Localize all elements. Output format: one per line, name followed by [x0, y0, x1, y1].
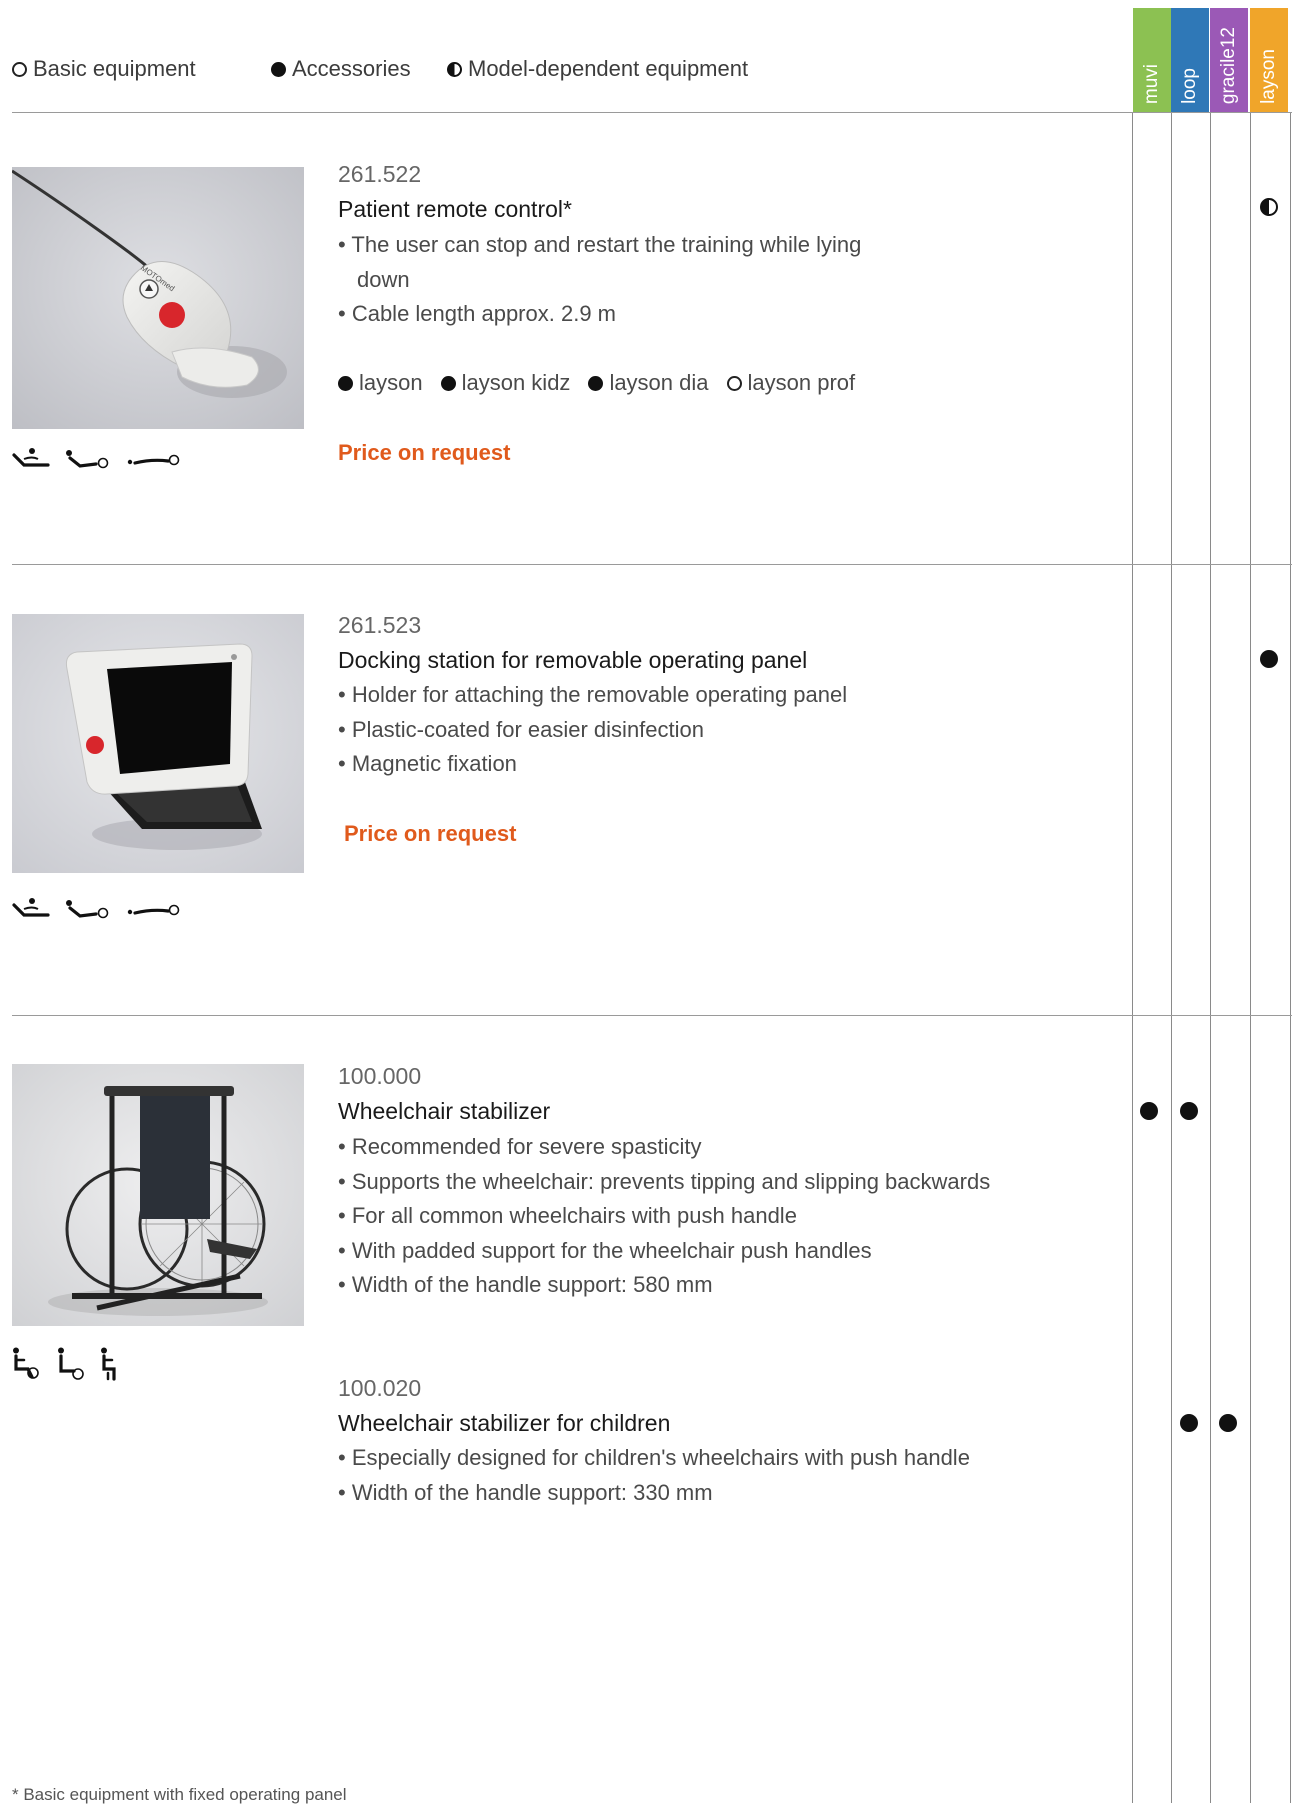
recline-position-icon — [12, 898, 50, 917]
product-name: Wheelchair stabilizer for children — [338, 1410, 671, 1436]
section-divider — [12, 1015, 1292, 1016]
product-features: • Especially designed for children's whe… — [338, 1441, 1118, 1510]
product-features: • The user can stop and restart the trai… — [338, 228, 878, 332]
position-icons — [12, 1347, 122, 1386]
header-divider — [12, 112, 1292, 113]
column-header-layson: layson — [1250, 8, 1288, 112]
feature-item: • Magnetic fixation — [338, 751, 517, 776]
seated-position-icon — [101, 1347, 116, 1381]
wheelchair-position-icon — [13, 1347, 39, 1379]
feature-item: • The user can stop and restart the trai… — [338, 232, 862, 292]
availability-mark-100000-loop — [1180, 1102, 1198, 1120]
column-label-gracile12: gracile12 — [1218, 26, 1239, 104]
availability-mark-100000-muvi — [1140, 1102, 1158, 1120]
supine-position-icon — [66, 450, 109, 469]
feature-item: • Cable length approx. 2.9 m — [338, 301, 616, 326]
feature-item: • With padded support for the wheelchair… — [338, 1237, 872, 1263]
legend-basic-label: Basic equipment — [33, 56, 196, 81]
column-divider — [1290, 112, 1291, 1803]
variant-item: layson dia — [588, 370, 709, 396]
product-photo-wheelchair-stabilizer — [12, 1064, 304, 1326]
article-number: 261.522 — [338, 161, 422, 187]
availability-mark-261522-layson — [1260, 198, 1278, 216]
wheelchair-sitting-icon — [58, 1347, 84, 1380]
feature-item: • Width of the handle support: 580 mm — [338, 1272, 713, 1297]
variant-list: layson layson kidz layson dia layson pro… — [338, 370, 873, 396]
filled-circle-icon — [588, 375, 604, 391]
feature-item: • Supports the wheelchair: prevents tipp… — [338, 1168, 991, 1194]
variant-item: layson kidz — [440, 370, 570, 396]
article-number: 100.020 — [338, 1375, 422, 1401]
availability-mark-261523-layson — [1260, 650, 1278, 668]
price-label: Price on request — [338, 440, 511, 465]
feature-item: • Holder for attaching the removable ope… — [338, 682, 848, 707]
variant-item: layson — [338, 370, 423, 396]
product-name: Docking station for removable operating … — [338, 647, 808, 673]
column-divider — [1210, 112, 1211, 1803]
lying-position-icon — [127, 454, 180, 466]
open-circle-icon — [12, 61, 27, 77]
lying-position-icon — [127, 904, 180, 916]
legend-model-dependent-label: Model-dependent equipment — [468, 56, 749, 81]
section-divider — [12, 564, 1292, 565]
availability-mark-100020-loop — [1180, 1414, 1198, 1432]
footnote: * Basic equipment with fixed operating p… — [12, 1785, 347, 1804]
open-circle-icon — [726, 375, 742, 391]
variant-item: layson prof — [726, 370, 855, 396]
column-label-muvi: muvi — [1141, 63, 1162, 104]
legend-model-dependent: Model-dependent equipment — [447, 56, 748, 82]
half-circle-icon — [447, 61, 462, 77]
product-name: Patient remote control* — [338, 196, 572, 222]
column-header-muvi: muvi — [1133, 8, 1171, 112]
product-photo-docking-station — [12, 614, 304, 876]
position-icons — [12, 447, 182, 476]
article-number: 100.000 — [338, 1063, 422, 1089]
price-label: Price on request — [344, 821, 517, 846]
availability-mark-100020-gracile12 — [1219, 1414, 1237, 1432]
product-name: Wheelchair stabilizer — [338, 1098, 551, 1124]
legend-accessories-label: Accessories — [292, 56, 411, 81]
column-divider — [1132, 112, 1133, 1803]
column-label-loop: loop — [1179, 68, 1200, 104]
column-divider — [1250, 112, 1251, 1803]
legend-basic: Basic equipment — [12, 56, 196, 82]
product-features: • Recommended for severe spasticity • Su… — [338, 1130, 1118, 1303]
feature-item: • Especially designed for children's whe… — [338, 1445, 970, 1470]
feature-item: • For all common wheelchairs with push h… — [338, 1203, 797, 1228]
column-divider — [1171, 112, 1172, 1803]
recline-position-icon — [12, 448, 50, 467]
product-photo-remote-control: MOTOmed — [12, 167, 304, 429]
column-label-layson: layson — [1258, 49, 1279, 104]
legend-accessories: Accessories — [271, 56, 411, 82]
article-number: 261.523 — [338, 612, 422, 638]
filled-circle-icon — [338, 375, 353, 391]
filled-circle-icon — [440, 375, 456, 391]
position-icons — [12, 897, 182, 926]
feature-item: • Recommended for severe spasticity — [338, 1134, 702, 1159]
column-header-gracile12: gracile12 — [1210, 8, 1248, 112]
product-features: • Holder for attaching the removable ope… — [338, 678, 1038, 782]
feature-item: • Width of the handle support: 330 mm — [338, 1479, 713, 1505]
supine-position-icon — [66, 900, 109, 919]
feature-item: • Plastic-coated for easier disinfection — [338, 716, 704, 742]
column-header-loop: loop — [1171, 8, 1209, 112]
filled-circle-icon — [271, 61, 286, 77]
